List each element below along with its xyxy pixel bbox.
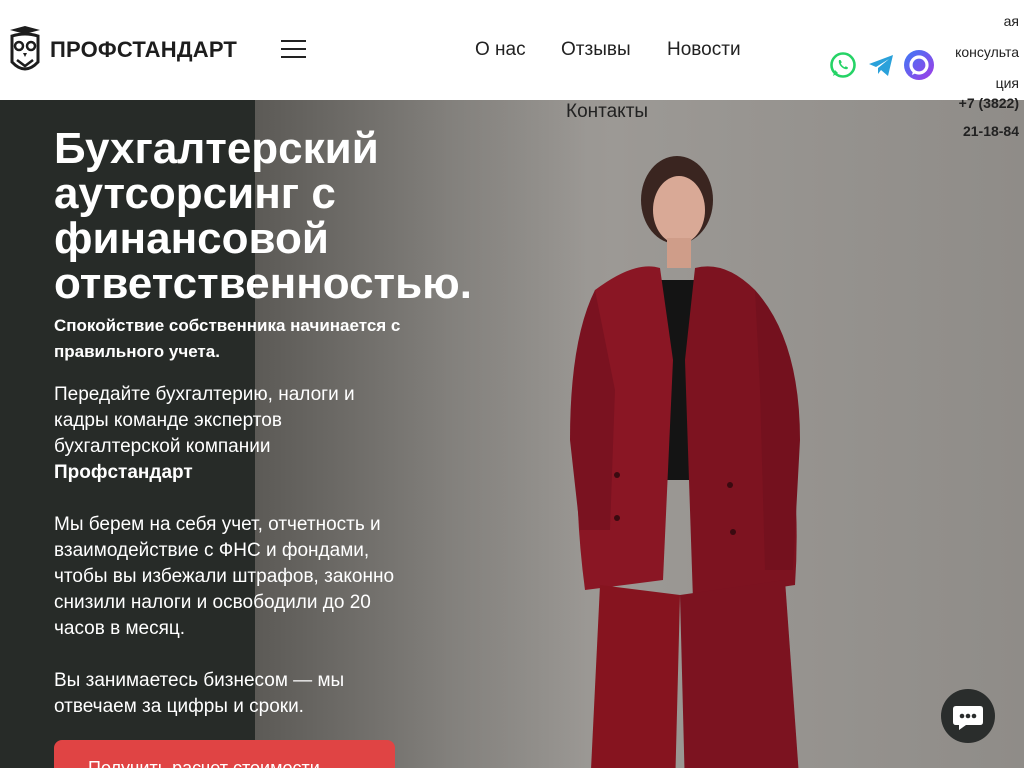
phone-line-1: +7 (3822): [958, 95, 1019, 111]
hamburger-icon[interactable]: [281, 40, 306, 60]
phone-line-2: 21-18-84: [962, 123, 1019, 139]
max-messenger-icon[interactable]: [904, 50, 934, 80]
nav-about[interactable]: О нас: [475, 39, 526, 61]
consult-line-2: консульта: [955, 44, 1019, 60]
site-header: ПРОФСТАНДАРТ О нас Отзывы Новости ая кон…: [0, 0, 1024, 100]
site-logo[interactable]: ПРОФСТАНДАРТ: [6, 26, 237, 74]
nav-reviews[interactable]: Отзывы: [561, 39, 631, 61]
hero-title: Бухгалтерский аутсорсинг с финансовой от…: [54, 124, 472, 308]
telegram-icon[interactable]: [867, 51, 895, 79]
hero-paragraph-3: Вы занимаетесь бизнесом — мы отвечаем за…: [54, 670, 345, 717]
consultation-label[interactable]: ая консульта ция: [940, 6, 1024, 99]
hero-subtitle: Спокойствие собственника начинается с пр…: [54, 316, 401, 361]
get-price-button[interactable]: Получить расчет стоимости →: [54, 740, 395, 768]
whatsapp-icon[interactable]: [829, 51, 857, 79]
hero-section: Бухгалтерский аутсорсинг с финансовой от…: [0, 0, 1024, 768]
owl-logo-icon: [10, 26, 40, 71]
chat-icon: [953, 706, 983, 730]
consult-line-1: ая: [1003, 13, 1019, 29]
hero-paragraph-1-text: Передайте бухгалтерию, налоги и кадры ко…: [54, 384, 355, 457]
hero-photo-woman: [570, 156, 800, 768]
nav-news[interactable]: Новости: [667, 39, 741, 61]
hero-paragraph-2: Мы берем на себя учет, отчетность и взаи…: [54, 514, 395, 639]
phone-number[interactable]: +7 (3822) 21-18-84: [940, 89, 1024, 145]
hero-paragraph-1: Передайте бухгалтерию, налоги и кадры ко…: [54, 382, 394, 486]
hero-paragraph-1-brand: Профстандарт: [54, 462, 193, 483]
logo-text: ПРОФСТАНДАРТ: [50, 37, 238, 62]
chat-widget-button[interactable]: [941, 689, 995, 743]
nav-contacts[interactable]: Контакты: [566, 101, 648, 123]
